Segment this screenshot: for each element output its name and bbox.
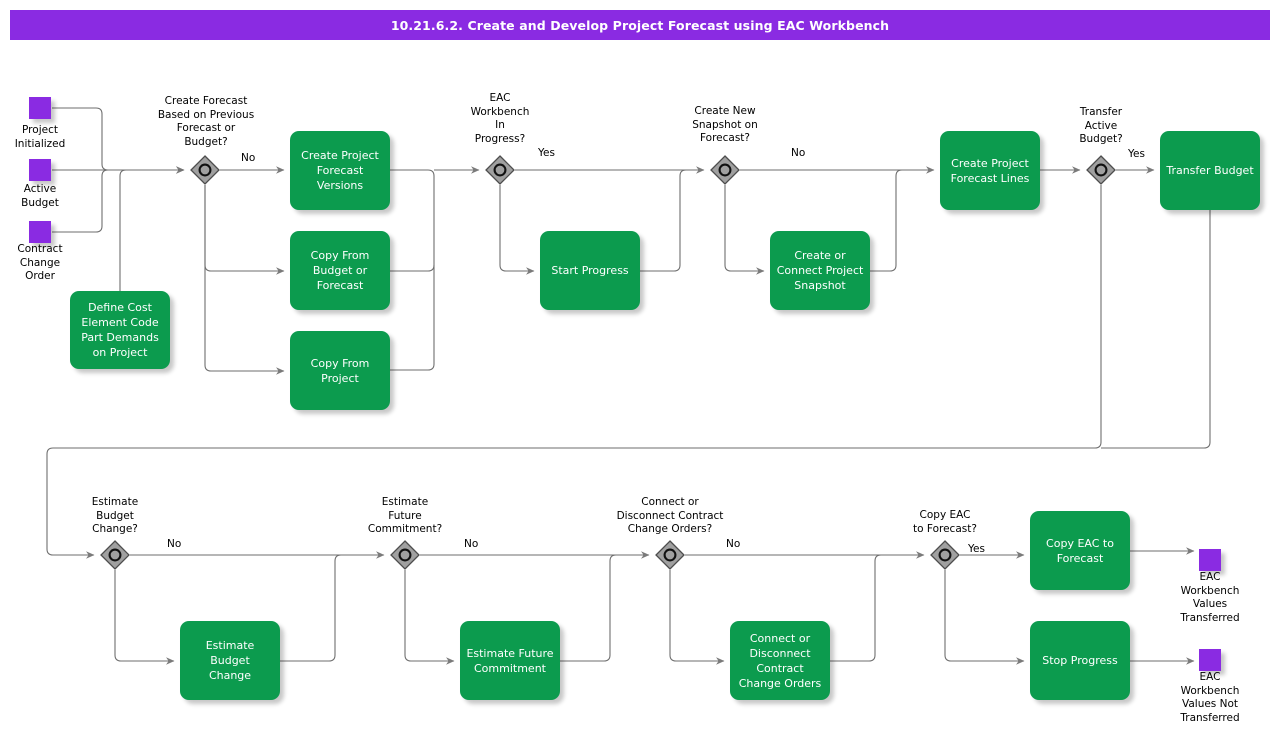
gateway-estimate-budget-change[interactable] [100, 540, 130, 570]
task-define-cost-element-code[interactable]: Define Cost Element Code Part Demands on Pr… [70, 291, 170, 369]
task-connect-disconnect-contract-change-orders[interactable]: Connect or Disconnect Contract Change Order… [730, 621, 830, 700]
task-create-project-forecast-versions[interactable]: Create Project Forecast Versions [290, 131, 390, 210]
task-create-or-connect-project-snapshot[interactable]: Create or Connect Project Snapshot [770, 231, 870, 310]
task-copy-from-project[interactable]: Copy From Project [290, 331, 390, 410]
gateway-eac-workbench-in-progress-label: EAC Workbench In Progress? [470, 92, 530, 145]
page-title: 10.21.6.2. Create and Develop Project Fo… [10, 10, 1270, 40]
gateway-connect-disconnect-contract-change-orders-label: Connect or Disconnect Contract Change Orde… [616, 496, 724, 535]
start-event-active-budget[interactable] [29, 159, 51, 181]
gateway-copy-eac-to-forecast[interactable] [930, 540, 960, 570]
end-event-eac-values-not-transferred-label: EAC Workbench Values Not Transferred [1180, 671, 1240, 724]
task-estimate-budget-change[interactable]: Estimate Budget Change [180, 621, 280, 700]
edge-label-no-create-forecast: No [241, 152, 256, 164]
edge-label-yes-transfer-budget: Yes [1128, 148, 1145, 160]
edge-label-no-connect-cco: No [726, 538, 741, 550]
edge-label-no-estimate-future: No [464, 538, 479, 550]
edge-label-no-create-snapshot: No [791, 147, 806, 159]
flowchart-canvas: 10.21.6.2. Create and Develop Project Fo… [0, 0, 1280, 738]
end-event-eac-values-transferred-label: EAC Workbench Values Transferred [1180, 571, 1240, 624]
task-create-project-forecast-lines[interactable]: Create Project Forecast Lines [940, 131, 1040, 210]
edge-label-yes-eac-workbench: Yes [538, 147, 555, 159]
gateway-estimate-future-commitment[interactable] [390, 540, 420, 570]
task-stop-progress[interactable]: Stop Progress [1030, 621, 1130, 700]
gateway-copy-eac-to-forecast-label: Copy EAC to Forecast? [913, 509, 977, 535]
start-event-active-budget-label: Active Budget [21, 183, 59, 209]
end-event-eac-values-not-transferred[interactable] [1199, 649, 1221, 671]
gateway-estimate-budget-change-label: Estimate Budget Change? [91, 496, 139, 535]
gateway-connect-disconnect-contract-change-orders[interactable] [655, 540, 685, 570]
gateway-eac-workbench-in-progress[interactable] [485, 155, 515, 185]
end-event-eac-values-transferred[interactable] [1199, 549, 1221, 571]
task-start-progress[interactable]: Start Progress [540, 231, 640, 310]
start-event-project-initialized[interactable] [29, 97, 51, 119]
task-copy-eac-to-forecast[interactable]: Copy EAC to Forecast [1030, 511, 1130, 590]
edge-label-yes-copy-eac: Yes [968, 543, 985, 555]
gateway-estimate-future-commitment-label: Estimate Future Commitment? [367, 496, 443, 535]
start-event-contract-change-order-label: Contract Change Order [17, 243, 63, 282]
gateway-create-new-snapshot-label: Create New Snapshot on Forecast? [692, 105, 758, 144]
gateway-create-new-snapshot[interactable] [710, 155, 740, 185]
gateway-create-forecast-based-on-label: Create Forecast Based on Previous Forecast… [157, 95, 255, 148]
gateway-transfer-active-budget[interactable] [1086, 155, 1116, 185]
task-copy-from-budget-or-forecast[interactable]: Copy From Budget or Forecast [290, 231, 390, 310]
task-estimate-future-commitment[interactable]: Estimate Future Commitment [460, 621, 560, 700]
gateway-create-forecast-based-on[interactable] [190, 155, 220, 185]
edge-label-no-estimate-budget: No [167, 538, 182, 550]
start-event-contract-change-order[interactable] [29, 221, 51, 243]
task-transfer-budget[interactable]: Transfer Budget [1160, 131, 1260, 210]
start-event-project-initialized-label: Project Initialized [14, 124, 66, 150]
gateway-transfer-active-budget-label: Transfer Active Budget? [1079, 106, 1123, 145]
